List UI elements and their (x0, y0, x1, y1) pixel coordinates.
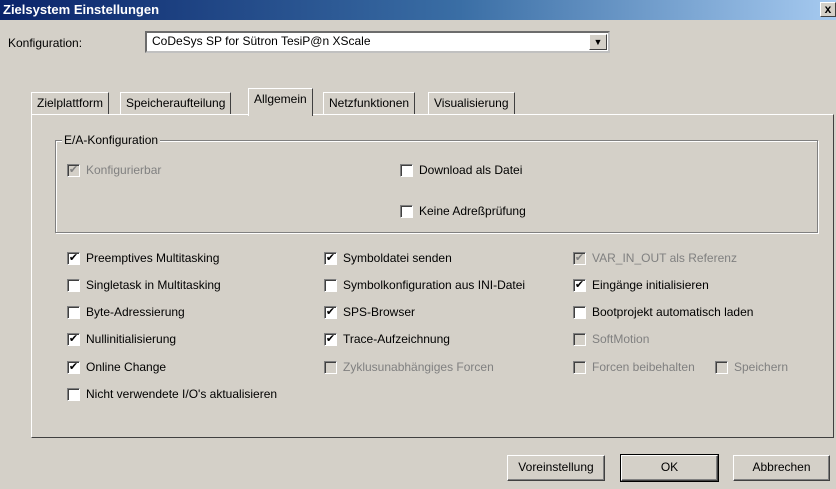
checkbox-keine-adresspruefung[interactable]: Keine Adreßprüfung (400, 204, 526, 218)
checkbox-byte-adressierung[interactable]: Byte-Adressierung (67, 305, 185, 319)
configuration-value: CoDeSys SP for Sütron TesiP@n XScale (152, 34, 371, 48)
io-config-group-title: E/A-Konfiguration (62, 133, 161, 147)
checkbox-box (573, 360, 586, 374)
checkbox-box[interactable] (67, 278, 80, 292)
checkbox-singletask-in-multitasking[interactable]: Singletask in Multitasking (67, 278, 221, 292)
checkbox-label: Symbolkonfiguration aus INI-Datei (343, 278, 526, 292)
check-icon[interactable]: ✔ (573, 278, 586, 292)
checkbox-label: SPS-Browser (343, 305, 416, 319)
checkbox-speichern: Speichern (715, 360, 788, 374)
checkbox-label: VAR_IN_OUT als Referenz (592, 251, 737, 265)
checkbox-zyklusunabhaengiges-forcen: Zyklusunabhängiges Forcen (324, 360, 494, 374)
check-icon: ✔ (67, 163, 80, 177)
chevron-down-icon[interactable]: ▼ (589, 34, 607, 50)
checkbox-forcen-beibehalten: Forcen beibehalten (573, 360, 695, 374)
tab-allgemein[interactable]: Allgemein (248, 88, 313, 116)
checkbox-label: Nicht verwendete I/O's aktualisieren (86, 387, 278, 401)
checkbox-label: Singletask in Multitasking (86, 278, 221, 292)
checkbox-box[interactable] (400, 163, 413, 177)
io-config-group (55, 140, 818, 233)
checkbox-download-als-datei[interactable]: Download als Datei (400, 163, 522, 177)
checkbox-box[interactable] (573, 305, 586, 319)
checkbox-label: Speichern (734, 360, 789, 374)
configuration-select[interactable]: CoDeSys SP for Sütron TesiP@n XScale ▼ (145, 31, 610, 53)
checkbox-label: Zyklusunabhängiges Forcen (343, 360, 494, 374)
checkbox-label: Forcen beibehalten (592, 360, 695, 374)
default-settings-button[interactable]: Voreinstellung (507, 455, 605, 481)
checkbox-softmotion: SoftMotion (573, 332, 649, 346)
checkbox-label: SoftMotion (592, 332, 650, 346)
tab-zielplattform[interactable]: Zielplattform (31, 92, 110, 114)
checkbox-label: Keine Adreßprüfung (419, 204, 526, 218)
checkbox-label: Trace-Aufzeichnung (343, 332, 450, 346)
checkbox-box (324, 360, 337, 374)
window-titlebar: Zielsystem Einstellungen (0, 0, 836, 20)
configuration-label: Konfiguration: (8, 36, 83, 50)
checkbox-box[interactable] (400, 204, 413, 218)
checkbox-label: Nullinitialisierung (86, 332, 177, 346)
cancel-button[interactable]: Abbrechen (733, 455, 830, 481)
checkbox-label: Eingänge initialisieren (592, 278, 709, 292)
checkbox-nicht-verwendete-io-aktualisieren[interactable]: Nicht verwendete I/O's aktualisieren (67, 387, 277, 401)
checkbox-eingaenge-initialisieren[interactable]: ✔ Eingänge initialisieren (573, 278, 709, 292)
close-button[interactable]: x (820, 2, 836, 17)
tab-speicheraufteilung[interactable]: Speicheraufteilung (120, 92, 232, 114)
checkbox-label: Online Change (86, 360, 167, 374)
checkbox-box[interactable] (67, 387, 80, 401)
tab-netzfunktionen[interactable]: Netzfunktionen (323, 92, 416, 114)
checkbox-sps-browser[interactable]: ✔ SPS-Browser (324, 305, 415, 319)
checkbox-box[interactable] (67, 305, 80, 319)
check-icon[interactable]: ✔ (324, 251, 337, 265)
checkbox-preemptives-multitasking[interactable]: ✔ Preemptives Multitasking (67, 251, 219, 265)
checkbox-trace-aufzeichnung[interactable]: ✔ Trace-Aufzeichnung (324, 332, 450, 346)
checkbox-box (715, 360, 728, 374)
checkbox-var-in-out-als-referenz: ✔ VAR_IN_OUT als Referenz (573, 251, 737, 265)
check-icon: ✔ (573, 251, 586, 265)
check-icon[interactable]: ✔ (324, 305, 337, 319)
ok-button[interactable]: OK (620, 454, 719, 482)
checkbox-label: Konfigurierbar (86, 163, 162, 177)
check-icon[interactable]: ✔ (67, 251, 80, 265)
checkbox-label: Preemptives Multitasking (86, 251, 220, 265)
checkbox-konfigurierbar: ✔ Konfigurierbar (67, 163, 161, 177)
checkbox-symbolkonfiguration-ini[interactable]: Symbolkonfiguration aus INI-Datei (324, 278, 525, 292)
checkbox-symboldatei-senden[interactable]: ✔ Symboldatei senden (324, 251, 452, 265)
tab-visualisierung[interactable]: Visualisierung (428, 92, 515, 114)
checkbox-label: Symboldatei senden (343, 251, 452, 265)
checkbox-label: Byte-Adressierung (86, 305, 185, 319)
check-icon[interactable]: ✔ (67, 332, 80, 346)
check-icon[interactable]: ✔ (324, 332, 337, 346)
check-icon[interactable]: ✔ (67, 360, 80, 374)
checkbox-box (573, 332, 586, 346)
checkbox-nullinitialisierung[interactable]: ✔ Nullinitialisierung (67, 332, 176, 346)
checkbox-box[interactable] (324, 278, 337, 292)
checkbox-label: Download als Datei (419, 163, 523, 177)
checkbox-bootprojekt-automatisch-laden[interactable]: Bootprojekt automatisch laden (573, 305, 753, 319)
checkbox-online-change[interactable]: ✔ Online Change (67, 360, 166, 374)
checkbox-label: Bootprojekt automatisch laden (592, 305, 754, 319)
settings-dialog: Zielsystem Einstellungen x Konfiguration… (0, 0, 836, 489)
window-title: Zielsystem Einstellungen (3, 2, 160, 17)
